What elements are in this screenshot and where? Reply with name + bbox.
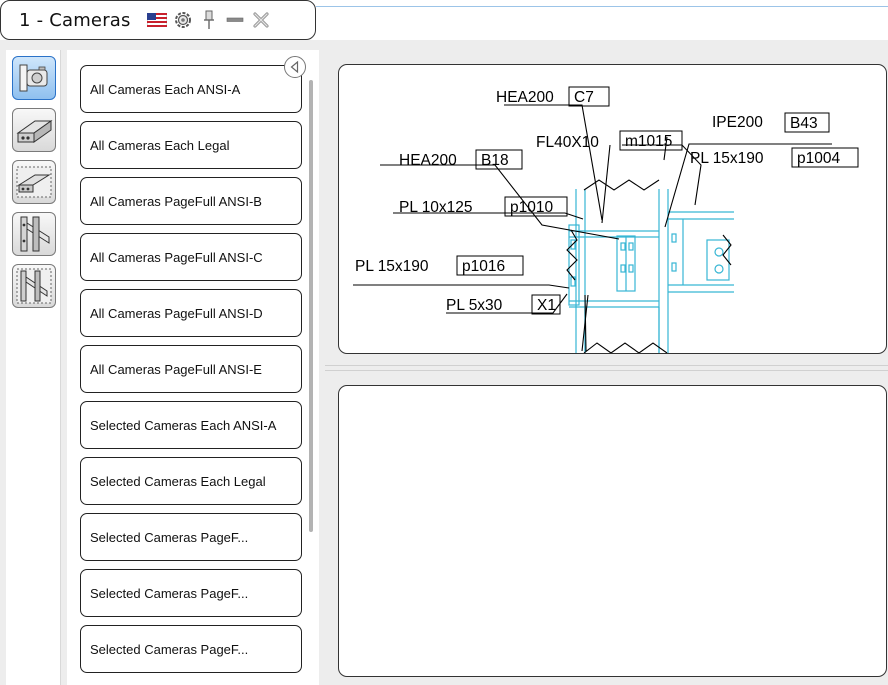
part-label: FL40X10 xyxy=(536,134,599,151)
window-title-tab[interactable]: 1 - Cameras xyxy=(0,0,316,40)
beam-icon[interactable] xyxy=(12,108,56,152)
preview-divider xyxy=(325,365,888,366)
report-item[interactable]: All Cameras PageFull ANSI-E xyxy=(80,345,302,393)
report-item[interactable]: All Cameras PageFull ANSI-C xyxy=(80,233,302,281)
part-label: HEA200 xyxy=(496,89,554,106)
window-title: 1 - Cameras xyxy=(19,9,131,31)
report-item[interactable]: Selected Cameras Each ANSI-A xyxy=(80,401,302,449)
title-rule xyxy=(316,6,888,7)
part-tag: X1 xyxy=(537,297,556,314)
bracing-icon[interactable] xyxy=(12,264,56,308)
report-item[interactable]: All Cameras Each Legal xyxy=(80,121,302,169)
part-label: PL 15x190 xyxy=(355,258,429,275)
preview-divider xyxy=(325,370,888,371)
frame-icon[interactable] xyxy=(12,212,56,256)
part-label: PL 10x125 xyxy=(399,199,473,216)
part-label: IPE200 xyxy=(712,114,763,131)
report-item[interactable]: Selected Cameras Each Legal xyxy=(80,457,302,505)
minimize-icon[interactable] xyxy=(225,10,245,30)
part-tag: p1010 xyxy=(510,199,553,216)
part-tag: p1004 xyxy=(797,150,840,167)
secondary-preview xyxy=(338,385,887,677)
collapse-panel-button[interactable] xyxy=(284,56,306,78)
report-item[interactable]: Selected Cameras PageF... xyxy=(80,569,302,617)
part-label: PL 15x190 xyxy=(690,150,764,167)
report-item[interactable]: Selected Cameras PageF... xyxy=(80,513,302,561)
drawing-preview: HEA200 C7 FL40X10 m1015 IPE200 B43 HEA20… xyxy=(338,64,887,354)
pin-icon[interactable] xyxy=(199,10,219,30)
part-tag: p1016 xyxy=(462,258,505,275)
part-tag: m1015 xyxy=(625,133,672,150)
part-label: HEA200 xyxy=(399,152,457,169)
category-sidebar xyxy=(6,50,61,685)
part-tag: B43 xyxy=(790,115,818,132)
report-item[interactable]: All Cameras PageFull ANSI-D xyxy=(80,289,302,337)
report-item[interactable]: All Cameras Each ANSI-A xyxy=(80,65,302,113)
report-item[interactable]: Selected Cameras PageF... xyxy=(80,625,302,673)
report-list-panel: All Cameras Each ANSI-A All Cameras Each… xyxy=(67,50,319,685)
report-item[interactable]: All Cameras PageFull ANSI-B xyxy=(80,177,302,225)
part-tag: C7 xyxy=(574,89,594,106)
close-icon[interactable] xyxy=(251,10,271,30)
plate-icon[interactable] xyxy=(12,160,56,204)
part-tag: B18 xyxy=(481,152,509,169)
detail-drawing: HEA200 C7 FL40X10 m1015 IPE200 B43 HEA20… xyxy=(353,86,859,353)
part-label: PL 5x30 xyxy=(446,297,503,314)
report-list-scrollbar[interactable] xyxy=(309,80,313,532)
us-flag-icon[interactable] xyxy=(146,10,167,30)
cameras-icon[interactable] xyxy=(12,56,56,100)
settings-icon[interactable] xyxy=(173,10,193,30)
